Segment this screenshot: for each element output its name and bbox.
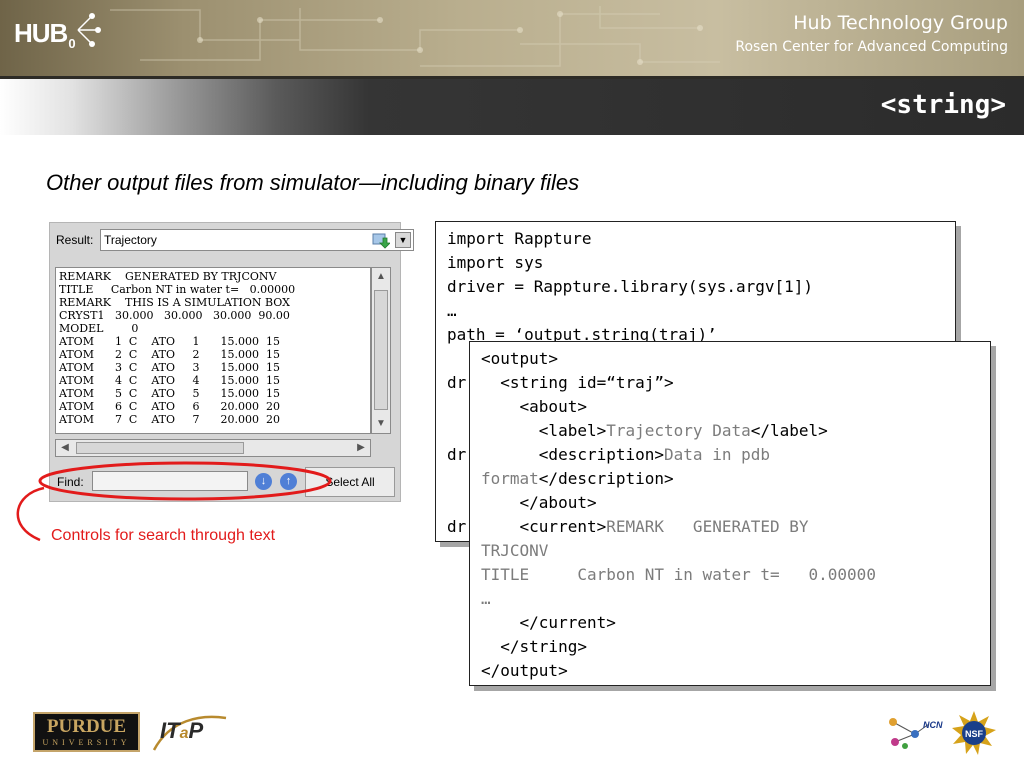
scroll-down-icon[interactable]: ▼ [372, 415, 390, 433]
scroll-up-icon[interactable]: ▲ [372, 268, 390, 286]
python-code-line: … [447, 301, 457, 320]
purdue-logo-name: PURDUE [46, 716, 127, 737]
itap-logo-p: P [188, 718, 204, 743]
nsf-logo: NSF [952, 711, 996, 755]
python-code-line: dr [447, 517, 467, 536]
itap-logo-it: IT [160, 718, 180, 743]
org-title-block: Hub Technology Group Rosen Center for Ad… [735, 10, 1008, 58]
xml-label-value: Trajectory Data [606, 421, 751, 440]
org-title: Hub Technology Group [793, 12, 1008, 34]
download-arrow-icon [372, 233, 391, 249]
download-icon[interactable] [370, 231, 392, 251]
org-subtitle: Rosen Center for Advanced Computing [735, 39, 1008, 55]
xml-line: </current> [481, 613, 616, 632]
python-code-line: dr [447, 445, 467, 464]
text-output-line: ATOM 7 C ATO 7 20.000 20 [59, 413, 280, 426]
select-all-button[interactable]: Select All [305, 467, 395, 497]
xml-line: </output> [481, 661, 568, 680]
xml-line: </label> [750, 421, 828, 440]
xml-line: <current> [481, 517, 607, 536]
xml-current-value: TRJCONV [481, 541, 549, 560]
header-banner: HUB0 Hub Technology Group Rosen Center f… [0, 0, 1024, 76]
python-code-line: import sys [447, 253, 544, 272]
text-output-line: REMARK THIS IS A SIMULATION BOX [59, 296, 290, 309]
find-previous-button[interactable]: ↑ [280, 473, 297, 490]
find-next-button[interactable]: ↓ [255, 473, 272, 490]
text-output-line: CRYST1 30.000 30.000 30.000 90.00 [59, 309, 290, 322]
hub-logo: HUB0 [14, 18, 76, 51]
vertical-scrollbar[interactable]: ▲ ▼ [371, 267, 391, 434]
text-output-line: ATOM 4 C ATO 4 15.000 15 [59, 374, 280, 387]
callout-bracket [16, 486, 45, 542]
horizontal-scroll-thumb[interactable] [76, 442, 244, 454]
text-output-line: ATOM 2 C ATO 2 15.000 15 [59, 348, 280, 361]
find-label: Find: [57, 475, 84, 489]
purdue-logo: PURDUE UNIVERSITY [33, 712, 140, 752]
hub-logo-main: HUB [14, 18, 68, 48]
title-bar: <string> [0, 79, 1024, 135]
text-output-line: REMARK GENERATED BY TRJCONV [59, 270, 277, 283]
xml-line: <label> [481, 421, 607, 440]
xml-code: <output> <string id=“traj”> <about> <lab… [481, 347, 990, 683]
itap-logo: ITaP [160, 718, 203, 744]
horizontal-scrollbar[interactable]: ◀ ▶ [55, 439, 371, 457]
xml-line: <about> [481, 397, 587, 416]
hub-network-icon [77, 13, 101, 47]
xml-current-value: … [481, 589, 491, 608]
text-output-line: ATOM 3 C ATO 3 15.000 15 [59, 361, 280, 374]
result-dropdown[interactable]: Trajectory ▼ [100, 229, 414, 251]
scroll-right-icon[interactable]: ▶ [352, 440, 370, 456]
text-output-content: REMARK GENERATED BY TRJCONV TITLE Carbon… [56, 268, 370, 428]
text-output-line: ATOM 6 C ATO 6 20.000 20 [59, 400, 280, 413]
result-panel: Result: Trajectory ▼ REMARK GENERATED BY… [49, 222, 414, 502]
xml-description-value: Data in pdb [664, 445, 770, 464]
slide-subtitle: Other output files from simulator—includ… [46, 170, 580, 195]
xml-line: <string id=“traj”> [481, 373, 674, 392]
chevron-down-icon[interactable]: ▼ [395, 232, 411, 248]
xml-line: </about> [481, 493, 597, 512]
python-code-line: import Rappture [447, 229, 592, 248]
nsf-logo-text: NSF [965, 729, 984, 739]
text-output-line: ATOM 5 C ATO 5 15.000 15 [59, 387, 280, 400]
find-input[interactable] [92, 471, 248, 491]
vertical-scroll-thumb[interactable] [374, 290, 388, 410]
xml-line: </description> [538, 469, 674, 488]
xml-code-box: <output> <string id=“traj”> <about> <lab… [469, 341, 991, 686]
xml-line: </string> [481, 637, 587, 656]
scroll-left-icon[interactable]: ◀ [56, 440, 74, 456]
slide-title: <string> [880, 90, 1006, 120]
xml-current-value: REMARK GENERATED BY [606, 517, 809, 536]
python-code-line: dr [447, 373, 467, 392]
ncn-logo-text: NCN [923, 720, 943, 730]
purdue-logo-sub: UNIVERSITY [42, 738, 131, 747]
text-output-line: MODEL 0 [59, 322, 139, 335]
text-output-view[interactable]: REMARK GENERATED BY TRJCONV TITLE Carbon… [55, 267, 371, 434]
python-code-line: driver = Rappture.library(sys.argv[1]) [447, 277, 814, 296]
text-output-line: TITLE Carbon NT in water t= 0.00000 [59, 283, 296, 296]
ncn-logo: NCN [889, 718, 943, 749]
callout-text: Controls for search through text [51, 527, 276, 544]
xml-current-value: TITLE Carbon NT in water t= 0.00000 [481, 565, 876, 584]
result-dropdown-value: Trajectory [104, 233, 157, 247]
xml-description-value-cont: format [481, 469, 539, 488]
text-output-line: ATOM 1 C ATO 1 15.000 15 [59, 335, 280, 348]
result-label: Result: [56, 233, 94, 247]
xml-line: <output> [481, 349, 559, 368]
xml-line: <description> [481, 445, 665, 464]
